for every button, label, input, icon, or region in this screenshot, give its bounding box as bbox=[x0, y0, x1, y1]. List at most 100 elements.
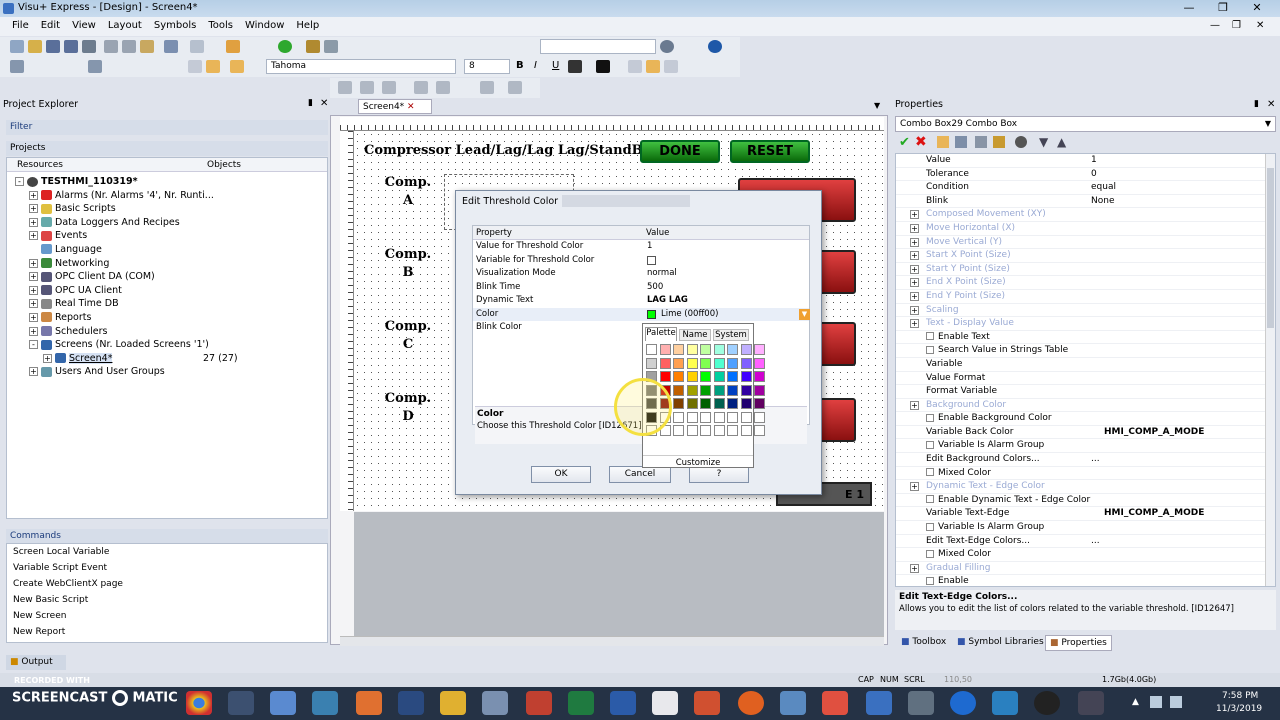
color-swatch[interactable] bbox=[740, 425, 752, 436]
expand-icon[interactable]: + bbox=[910, 482, 919, 492]
font-select[interactable]: Tahoma bbox=[266, 59, 456, 74]
tree-item-screen4[interactable]: + Screen4* 27 (27) bbox=[15, 352, 327, 366]
property-row[interactable]: Tolerance 0 bbox=[896, 168, 1275, 182]
cmd-variable-script-event[interactable]: Variable Script Event bbox=[7, 560, 327, 576]
property-category[interactable]: + Scaling bbox=[896, 304, 1275, 318]
italic-button[interactable]: I bbox=[534, 60, 537, 71]
color-dropdown-button[interactable]: ▼ bbox=[799, 308, 810, 320]
menu-restore-icon[interactable]: ❐ bbox=[1232, 20, 1241, 31]
app-icon-5[interactable] bbox=[398, 691, 424, 715]
row-color[interactable]: Color Lime (00ff00) ▼ bbox=[473, 307, 810, 321]
snap-icon[interactable] bbox=[206, 60, 220, 73]
property-row[interactable]: Value Format bbox=[896, 372, 1275, 386]
align-icon[interactable] bbox=[10, 60, 24, 73]
color-swatch[interactable] bbox=[686, 384, 698, 396]
layout-icon-5[interactable] bbox=[436, 81, 450, 94]
expand-icon[interactable]: + bbox=[910, 251, 919, 261]
property-row[interactable]: Variable Text-Edge HMI_COMP_A_MODE bbox=[896, 507, 1275, 522]
output-tab[interactable]: ■ Output bbox=[6, 655, 66, 670]
new-icon[interactable] bbox=[10, 40, 24, 53]
col-resources[interactable]: Resources bbox=[17, 160, 63, 170]
find-icon[interactable] bbox=[660, 40, 674, 53]
tree-item-schedulers[interactable]: + Schedulers bbox=[15, 325, 327, 339]
app-icon-13[interactable] bbox=[822, 691, 848, 715]
menu-symbols[interactable]: Symbols bbox=[148, 17, 202, 34]
cmd-new-report[interactable]: New Report bbox=[7, 624, 327, 640]
property-row[interactable]: Variable bbox=[896, 358, 1275, 372]
tree-item-project[interactable]: - TESTHMI_110319* bbox=[15, 175, 327, 189]
property-category[interactable]: + Background Color bbox=[896, 399, 1275, 413]
color-swatch[interactable] bbox=[727, 357, 738, 369]
property-row[interactable]: Variable Back Color HMI_COMP_A_MODE bbox=[896, 426, 1275, 440]
app-icon-16[interactable] bbox=[1034, 691, 1060, 715]
pages-icon[interactable] bbox=[975, 136, 987, 148]
undo-icon[interactable] bbox=[164, 40, 178, 53]
property-row[interactable]: Condition equal bbox=[896, 181, 1275, 195]
excel-icon[interactable] bbox=[568, 691, 594, 715]
clock-time[interactable]: 7:58 PM bbox=[1222, 691, 1258, 701]
filter-header[interactable]: Filter bbox=[6, 120, 328, 135]
property-category[interactable]: + Move Vertical (Y) bbox=[896, 236, 1275, 250]
color-swatch[interactable] bbox=[686, 371, 698, 382]
color-swatch[interactable] bbox=[727, 384, 738, 396]
color-swatch[interactable] bbox=[754, 411, 765, 423]
menu-file[interactable]: File bbox=[6, 17, 35, 34]
row-blink-color[interactable]: Blink Color bbox=[473, 321, 809, 335]
color-swatch[interactable] bbox=[673, 344, 684, 355]
color-swatch[interactable] bbox=[700, 425, 711, 436]
property-category[interactable]: + Move Horizontal (X) bbox=[896, 222, 1275, 236]
help-icon[interactable] bbox=[708, 40, 722, 53]
app-icon-6[interactable] bbox=[440, 691, 466, 715]
bold-button[interactable]: B bbox=[516, 60, 524, 71]
layer-icon[interactable] bbox=[230, 60, 244, 73]
layout-icon-7[interactable] bbox=[508, 81, 522, 94]
grid-icon[interactable] bbox=[188, 60, 202, 73]
tools-icon[interactable] bbox=[306, 40, 320, 53]
color-swatch[interactable] bbox=[686, 425, 698, 436]
app-icon-2[interactable] bbox=[270, 691, 296, 715]
expand-icon[interactable]: + bbox=[910, 210, 919, 220]
color-swatch[interactable] bbox=[686, 398, 698, 409]
tree-item-screens[interactable]: - Screens (Nr. Loaded Screens '1') bbox=[15, 338, 327, 352]
tree-item-alarms[interactable]: + Alarms (Nr. Alarms '4', Nr. Runti... bbox=[15, 189, 327, 203]
color-swatch[interactable] bbox=[673, 384, 684, 396]
paste-icon[interactable] bbox=[140, 40, 154, 53]
property-checkbox-row[interactable]: Mixed Color bbox=[896, 548, 1275, 562]
property-category[interactable]: + Composed Movement (XY) bbox=[896, 208, 1275, 222]
color-swatch[interactable] bbox=[713, 425, 725, 436]
app-icon-11[interactable] bbox=[738, 691, 764, 715]
sort-icon[interactable] bbox=[955, 136, 967, 148]
group-icon[interactable] bbox=[88, 60, 102, 73]
properties-scrollbar[interactable] bbox=[1265, 154, 1275, 586]
reset-button[interactable]: RESET bbox=[730, 140, 810, 163]
tree-item-language[interactable]: Language bbox=[15, 243, 327, 257]
expand-icon[interactable]: + bbox=[910, 305, 919, 315]
color-swatch[interactable] bbox=[686, 411, 698, 423]
open-icon[interactable] bbox=[28, 40, 42, 53]
palette-tab-palette[interactable]: Palette bbox=[645, 327, 677, 341]
tray-arrow-icon[interactable]: ▲ bbox=[1132, 697, 1139, 707]
help-button[interactable]: ? bbox=[689, 466, 749, 483]
property-category[interactable]: + Gradual Filling bbox=[896, 562, 1275, 576]
color-swatch[interactable] bbox=[673, 425, 684, 436]
color-swatch[interactable] bbox=[659, 357, 671, 369]
property-category[interactable]: + Start Y Point (Size) bbox=[896, 263, 1275, 277]
design-mode-icon[interactable] bbox=[226, 40, 240, 53]
app-icon-1[interactable] bbox=[228, 691, 254, 715]
cmd-new-screen[interactable]: New Screen bbox=[7, 608, 327, 624]
app-icon-7[interactable] bbox=[482, 691, 508, 715]
prop-help-icon[interactable] bbox=[1015, 136, 1027, 148]
app-icon-9[interactable] bbox=[652, 691, 678, 715]
align-left-icon[interactable] bbox=[628, 60, 642, 73]
property-checkbox-row[interactable]: Enable Dynamic Text - Edge Color bbox=[896, 494, 1275, 508]
checkbox[interactable] bbox=[926, 549, 934, 558]
save-icon[interactable] bbox=[46, 40, 60, 53]
minimize-button[interactable]: — bbox=[1176, 0, 1202, 17]
color-swatch[interactable] bbox=[713, 398, 725, 409]
underline-button[interactable]: U bbox=[552, 60, 559, 71]
property-checkbox-row[interactable]: Variable Is Alarm Group bbox=[896, 521, 1275, 535]
property-row[interactable]: Value 1 bbox=[896, 154, 1275, 168]
layout-icon-2[interactable] bbox=[360, 81, 374, 94]
color-swatch[interactable] bbox=[673, 411, 684, 423]
checkbox[interactable] bbox=[926, 522, 934, 531]
